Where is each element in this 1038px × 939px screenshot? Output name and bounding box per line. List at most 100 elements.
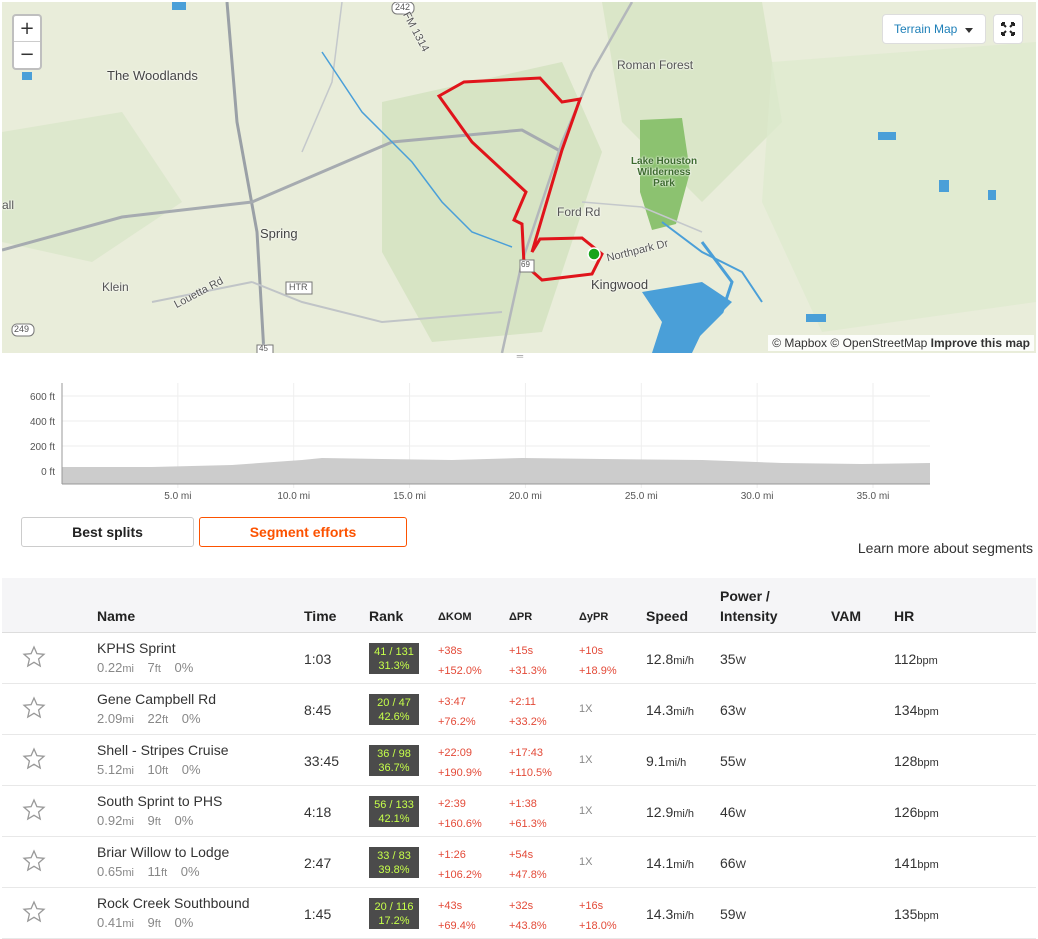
x-tick-label: 25.0 mi [625,491,658,502]
segment-elevation: 9 [147,813,155,828]
delta-pr-time: +54s [509,849,534,861]
shield-htr: HTR [289,282,308,292]
fullscreen-button[interactable] [993,14,1023,44]
segment-elevation-unit: ft [154,918,161,930]
effort-time: 8:45 [304,702,332,718]
header-rank[interactable]: Rank [369,608,403,624]
power-value: 66W [720,855,746,871]
rank-badge: 20 / 116 17.2% [369,898,419,929]
segment-name-link[interactable]: Gene Campbell Rd [97,691,216,707]
elevation-chart[interactable]: 600 ft 400 ft 200 ft 0 ft 5.0 mi 10.0 mi 15.0 … [2,363,1036,503]
power-number: 46 [720,804,736,820]
delta-ypr-time: 1X [579,805,593,817]
star-icon[interactable] [22,696,46,720]
speed-value: 12.9mi/h [646,804,694,820]
table-row[interactable]: Briar Willow to Lodge 0.65mi 11ft 0% 2:4… [2,837,1036,888]
learn-more-link[interactable]: Learn more about segments [858,540,1033,556]
speed-unit: mi/h [673,655,695,667]
heart-rate-number: 128 [894,753,918,769]
heart-rate-value: 134bpm [894,702,939,718]
header-power-2[interactable]: Intensity [720,608,778,624]
delta-ypr-time: 1X [579,703,593,715]
header-power-1[interactable]: Power / [720,588,770,604]
delta-kom-pct: +190.9% [438,767,482,779]
power-value: 63W [720,702,746,718]
segment-distance: 5.12 [97,762,123,777]
delta-kom-time: +2:39 [438,798,466,810]
segment-name-link[interactable]: South Sprint to PHS [97,793,222,809]
caret-down-icon [965,28,973,33]
header-delta-ypr[interactable]: ΔyPR [579,611,608,623]
segment-name-link[interactable]: Shell - Stripes Cruise [97,742,229,758]
delta-kom-pct: +152.0% [438,665,482,677]
table-row[interactable]: South Sprint to PHS 0.92mi 9ft 0% 4:18 5… [2,786,1036,837]
x-tick-label: 15.0 mi [393,491,426,502]
segment-distance: 0.65 [97,864,123,879]
shield-69: 69 [521,260,530,269]
speed-number: 9.1 [646,753,666,769]
x-tick-label: 35.0 mi [857,491,890,502]
delta-kom-pct: +160.6% [438,818,482,830]
segment-name-link[interactable]: KPHS Sprint [97,640,176,656]
terrain-map-label: Terrain Map [894,22,958,36]
table-row[interactable]: Gene Campbell Rd 2.09mi 22ft 0% 8:45 20 … [2,684,1036,735]
delta-kom: +43s +69.4% [438,896,476,936]
segment-distance-unit: mi [122,816,134,828]
delta-kom: +1:26 +106.2% [438,845,482,885]
label-roman-forest: Roman Forest [617,58,694,72]
delta-kom-time: +3:47 [438,696,466,708]
zoom-out-button[interactable]: − [14,42,40,68]
table-row[interactable]: Shell - Stripes Cruise 5.12mi 10ft 0% 33… [2,735,1036,786]
attribution-improve-link[interactable]: Improve this map [931,336,1030,350]
star-icon[interactable] [22,849,46,873]
header-delta-pr[interactable]: ΔPR [509,611,532,623]
heart-rate-unit: bpm [917,757,939,769]
route-map[interactable]: 242 249 45 HTR 69 The Woodlands Roman Fo… [2,2,1036,353]
segment-distance-unit: mi [122,765,134,777]
power-value: 46W [720,804,746,820]
header-hr[interactable]: HR [894,608,914,624]
header-name[interactable]: Name [97,608,135,624]
heart-rate-unit: bpm [917,910,939,922]
zoom-in-button[interactable]: + [14,16,40,42]
attribution-osm[interactable]: © OpenStreetMap [830,336,927,350]
delta-pr-time: +17:43 [509,747,543,759]
delta-pr: +15s +31.3% [509,641,547,681]
segment-elevation: 11 [147,864,162,879]
heart-rate-unit: bpm [917,859,939,871]
delta-ypr: 1X [579,753,592,767]
header-speed[interactable]: Speed [646,608,688,624]
heart-rate-unit: bpm [916,655,938,667]
header-delta-kom[interactable]: ΔKOM [438,611,472,623]
resize-handle[interactable]: ═ [514,352,526,361]
star-icon[interactable] [22,798,46,822]
speed-unit: mi/h [673,859,695,871]
delta-pr-time: +2:11 [509,696,537,708]
segment-grade: 0% [181,711,201,726]
power-value: 59W [720,906,746,922]
star-icon[interactable] [22,645,46,669]
delta-ypr-pct: +18.9% [579,665,617,677]
header-vam[interactable]: VAM [831,608,861,624]
power-number: 35 [720,651,736,667]
table-header: Name Time Rank ΔKOM ΔPR ΔyPR Speed Power… [2,578,1036,633]
rank-percentile: 31.3% [378,660,410,672]
delta-pr-pct: +33.2% [509,716,547,728]
header-time[interactable]: Time [304,608,336,624]
segment-name-link[interactable]: Rock Creek Southbound [97,895,250,911]
star-icon[interactable] [22,900,46,924]
segment-distance-unit: mi [122,663,134,675]
speed-value: 14.3mi/h [646,702,694,718]
attribution-mapbox[interactable]: © Mapbox [772,336,827,350]
fullscreen-icon [1001,22,1015,36]
segment-name-link[interactable]: Briar Willow to Lodge [97,844,229,860]
table-row[interactable]: KPHS Sprint 0.22mi 7ft 0% 1:03 41 / 131 … [2,633,1036,684]
tab-segment-efforts[interactable]: Segment efforts [199,517,407,547]
heart-rate-number: 134 [894,702,918,718]
terrain-map-dropdown[interactable]: Terrain Map [882,14,986,44]
tab-best-splits[interactable]: Best splits [21,517,194,547]
table-row[interactable]: Rock Creek Southbound 0.41mi 9ft 0% 1:45… [2,888,1036,939]
star-icon[interactable] [22,747,46,771]
power-unit: W [735,757,746,769]
effort-time: 2:47 [304,855,332,871]
